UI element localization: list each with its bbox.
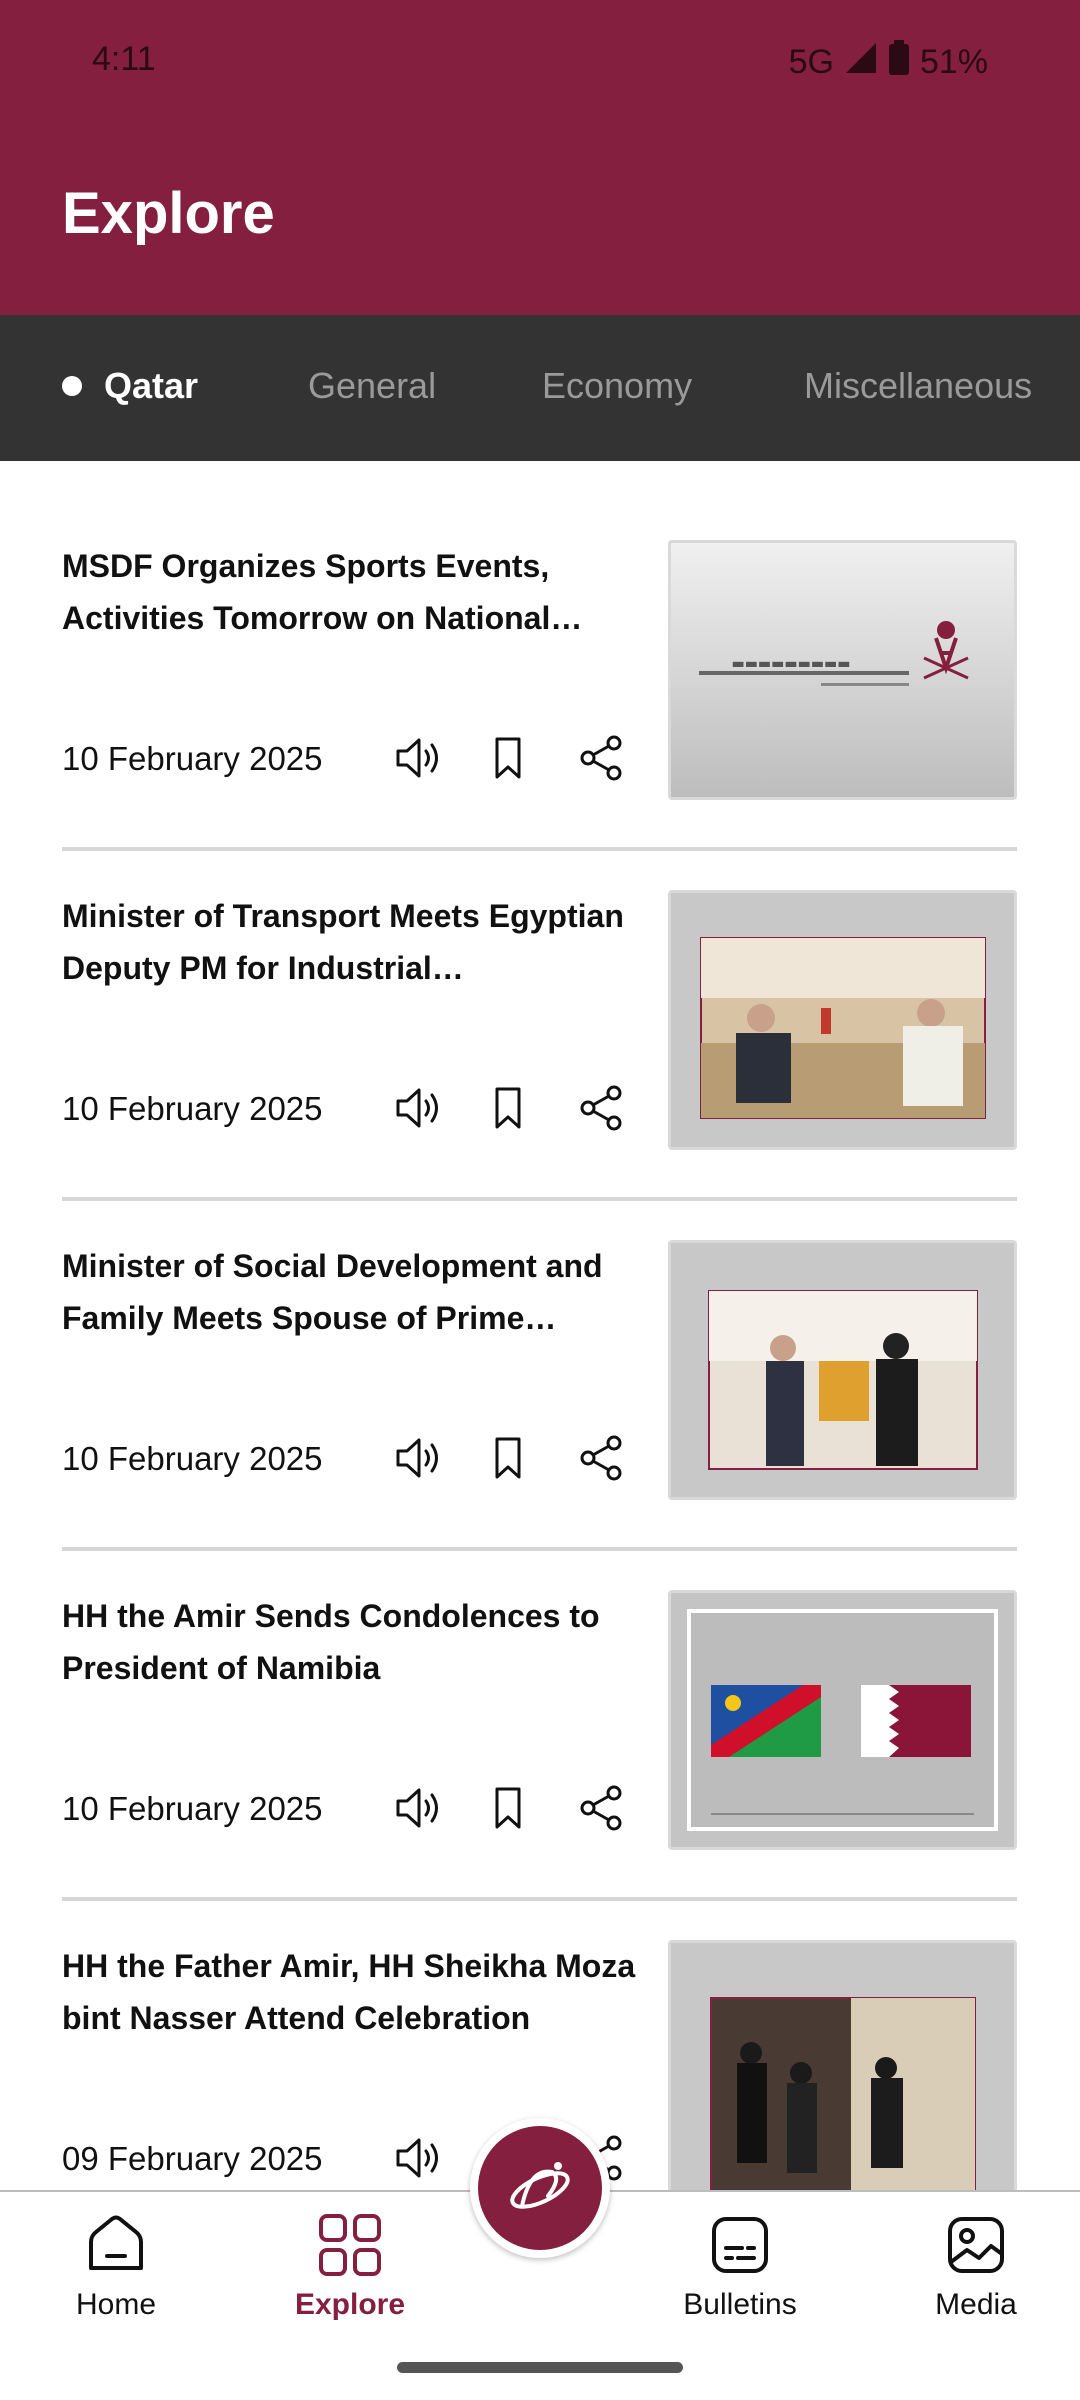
page-title: Explore bbox=[62, 181, 275, 246]
tab-economy[interactable]: Economy bbox=[542, 365, 692, 407]
divider bbox=[62, 1897, 1017, 1901]
divider bbox=[62, 1197, 1017, 1201]
nav-bulletins[interactable]: Bulletins bbox=[660, 2210, 820, 2322]
divider bbox=[62, 847, 1017, 851]
article-date: 10 February 2025 bbox=[62, 1090, 323, 1127]
bookmark-icon[interactable] bbox=[480, 1430, 536, 1486]
bookmark-icon[interactable] bbox=[480, 1080, 536, 1136]
category-tabs: Qatar General Economy Miscellaneous bbox=[0, 315, 1080, 461]
grid-icon bbox=[315, 2210, 385, 2280]
listen-icon[interactable] bbox=[390, 1080, 446, 1136]
article-card[interactable]: Minister of Social Development and Famil… bbox=[62, 1240, 1017, 1512]
nav-media[interactable]: Media bbox=[896, 2210, 1056, 2322]
listen-icon[interactable] bbox=[390, 1780, 446, 1836]
listen-icon[interactable] bbox=[390, 730, 446, 786]
home-indicator[interactable] bbox=[397, 2362, 683, 2373]
nav-label: Media bbox=[935, 2288, 1017, 2321]
article-thumbnail[interactable] bbox=[668, 890, 1017, 1150]
battery-icon bbox=[888, 40, 910, 85]
article-card[interactable]: HH the Amir Sends Condolences to Preside… bbox=[62, 1590, 1017, 1862]
svg-text:▬▬▬▬▬▬▬▬▬: ▬▬▬▬▬▬▬▬▬ bbox=[731, 656, 850, 672]
network-label: 5G bbox=[788, 43, 834, 81]
signal-icon bbox=[844, 41, 878, 84]
active-dot-icon bbox=[62, 376, 82, 396]
nav-label: Explore bbox=[294, 2288, 406, 2321]
app-header: 4:11 5G 51% Explore bbox=[0, 0, 1080, 315]
tab-label: Economy bbox=[542, 365, 693, 406]
tab-label: Qatar bbox=[104, 365, 199, 406]
tab-general[interactable]: General bbox=[308, 365, 436, 407]
article-thumbnail[interactable]: ▬▬▬▬▬▬▬▬▬ bbox=[668, 540, 1017, 800]
article-title[interactable]: Minister of Social Development and Famil… bbox=[62, 1240, 637, 1344]
article-date: 10 February 2025 bbox=[62, 1440, 323, 1477]
status-time: 4:11 bbox=[92, 40, 156, 78]
article-date: 09 February 2025 bbox=[62, 2140, 323, 2177]
article-thumbnail[interactable] bbox=[668, 1940, 1017, 2200]
nav-label: Bulletins bbox=[683, 2288, 797, 2321]
listen-icon[interactable] bbox=[390, 2130, 446, 2186]
article-title[interactable]: MSDF Organizes Sports Events, Activities… bbox=[62, 540, 637, 644]
home-icon bbox=[81, 2210, 151, 2280]
article-card[interactable]: Minister of Transport Meets Egyptian Dep… bbox=[62, 890, 1017, 1162]
image-icon bbox=[941, 2210, 1011, 2280]
nav-label: Home bbox=[75, 2288, 157, 2321]
qatar-flag bbox=[861, 1685, 971, 1757]
nav-explore[interactable]: Explore bbox=[270, 2210, 430, 2322]
article-thumbnail[interactable] bbox=[668, 1590, 1017, 1850]
article-title[interactable]: HH the Father Amir, HH Sheikha Moza bint… bbox=[62, 1940, 637, 2044]
status-indicators: 5G 51% bbox=[789, 40, 988, 85]
tab-label: General bbox=[308, 365, 437, 406]
share-icon[interactable] bbox=[574, 730, 630, 786]
listen-icon[interactable] bbox=[390, 1430, 446, 1486]
share-icon[interactable] bbox=[574, 1780, 630, 1836]
article-title[interactable]: Minister of Transport Meets Egyptian Dep… bbox=[62, 890, 637, 994]
divider bbox=[62, 1547, 1017, 1551]
tab-miscellaneous[interactable]: Miscellaneous bbox=[804, 365, 1032, 407]
nav-home[interactable]: Home bbox=[36, 2210, 196, 2322]
tab-qatar[interactable]: Qatar bbox=[62, 365, 198, 407]
bulletin-icon bbox=[705, 2210, 775, 2280]
bookmark-icon[interactable] bbox=[480, 1780, 536, 1836]
namibia-flag bbox=[711, 1685, 821, 1757]
article-card[interactable]: MSDF Organizes Sports Events, Activities… bbox=[62, 540, 1017, 812]
tab-label: Miscellaneous bbox=[804, 365, 1033, 406]
article-thumbnail[interactable] bbox=[668, 1240, 1017, 1500]
center-logo-button[interactable] bbox=[470, 2118, 610, 2258]
atom-logo-icon bbox=[510, 2162, 570, 2209]
battery-level: 51% bbox=[919, 43, 988, 81]
share-icon[interactable] bbox=[574, 1430, 630, 1486]
article-date: 10 February 2025 bbox=[62, 1790, 323, 1827]
article-date: 10 February 2025 bbox=[62, 740, 323, 777]
bookmark-icon[interactable] bbox=[480, 730, 536, 786]
share-icon[interactable] bbox=[574, 1080, 630, 1136]
article-title[interactable]: HH the Amir Sends Condolences to Preside… bbox=[62, 1590, 637, 1694]
